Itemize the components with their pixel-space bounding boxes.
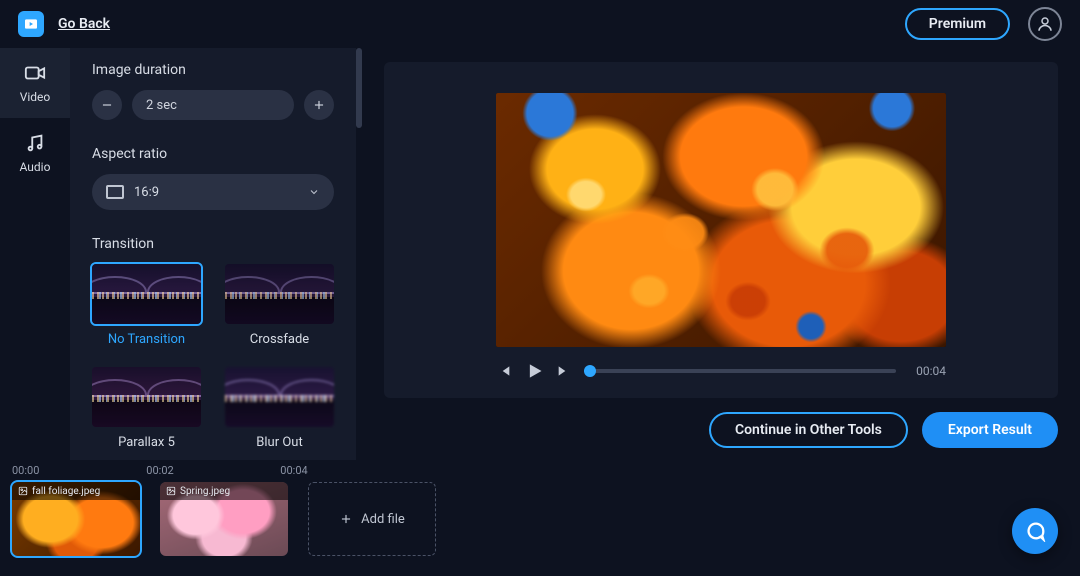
- transition-thumbnail: [225, 264, 334, 324]
- add-file-label: Add file: [361, 512, 405, 527]
- transition-crossfade[interactable]: Crossfade: [225, 264, 334, 347]
- export-button[interactable]: Export Result: [922, 412, 1058, 448]
- transition-parallax-5[interactable]: Parallax 5: [92, 367, 201, 450]
- app-logo: [18, 11, 44, 37]
- aspect-ratio-value: 16:9: [134, 185, 298, 200]
- preview-canvas-wrap: 00:04: [384, 62, 1058, 398]
- transition-thumbnail: [92, 264, 201, 324]
- transition-caption: Blur Out: [256, 435, 302, 450]
- clip-filename: Spring.jpeg: [180, 486, 230, 497]
- account-button[interactable]: [1028, 7, 1062, 41]
- timeline-ruler[interactable]: 00:00 00:02 00:04: [12, 460, 1068, 482]
- skip-prev-icon: [496, 363, 512, 379]
- image-icon: [166, 486, 176, 496]
- settings-panel: Image duration 2 sec Aspect ratio 16:9: [70, 48, 356, 460]
- user-icon: [1036, 15, 1054, 33]
- seek-thumb[interactable]: [584, 365, 596, 377]
- preview-area: 00:04 Continue in Other Tools Export Res…: [362, 48, 1080, 460]
- image-icon: [18, 486, 28, 496]
- plus-icon: [312, 98, 326, 112]
- clip-label: Spring.jpeg: [160, 482, 288, 500]
- seek-bar[interactable]: [584, 369, 896, 373]
- transition-caption: Crossfade: [250, 332, 309, 347]
- clip-filename: fall foliage.jpeg: [32, 486, 100, 497]
- timeline-clip[interactable]: Spring.jpeg: [160, 482, 288, 556]
- image-duration-label: Image duration: [92, 62, 334, 78]
- chevron-down-icon: [308, 186, 320, 198]
- duration-readout: 00:04: [908, 364, 946, 378]
- transition-thumbnail: [92, 367, 201, 427]
- rail-tab-video[interactable]: Video: [0, 48, 70, 118]
- panel-scrollbar-thumb[interactable]: [356, 48, 362, 128]
- ruler-tick: 00:00: [12, 464, 39, 477]
- help-fab[interactable]: [1012, 508, 1058, 554]
- duration-increase-button[interactable]: [304, 90, 334, 120]
- duration-decrease-button[interactable]: [92, 90, 122, 120]
- ruler-tick: 00:04: [280, 464, 307, 477]
- left-rail: Video Audio: [0, 48, 70, 460]
- prev-button[interactable]: [496, 363, 512, 379]
- play-icon: [524, 361, 544, 381]
- rail-tab-audio[interactable]: Audio: [0, 118, 70, 188]
- play-button[interactable]: [524, 361, 544, 381]
- preview-canvas: [496, 93, 946, 347]
- go-back-link[interactable]: Go Back: [58, 16, 110, 32]
- transition-thumbnail: [225, 367, 334, 427]
- rail-tab-audio-label: Audio: [20, 160, 51, 174]
- audio-icon: [22, 132, 48, 154]
- next-button[interactable]: [556, 363, 572, 379]
- plus-icon: [339, 512, 353, 526]
- panel-scrollbar-track[interactable]: [356, 48, 362, 460]
- header: Go Back Premium: [0, 0, 1080, 48]
- timeline-clip[interactable]: fall foliage.jpeg: [12, 482, 140, 556]
- add-file-button[interactable]: Add file: [308, 482, 436, 556]
- monitor-icon: [106, 185, 124, 199]
- transition-label: Transition: [92, 236, 334, 252]
- premium-button[interactable]: Premium: [905, 8, 1010, 40]
- rail-tab-video-label: Video: [20, 90, 51, 104]
- duration-input[interactable]: 2 sec: [132, 90, 294, 120]
- aspect-ratio-label: Aspect ratio: [92, 146, 334, 162]
- continue-button[interactable]: Continue in Other Tools: [709, 412, 908, 448]
- minus-icon: [100, 98, 114, 112]
- aspect-ratio-select[interactable]: 16:9: [92, 174, 334, 210]
- player-controls: 00:04: [496, 361, 946, 381]
- timeline: 00:00 00:02 00:04 fall foliage.jpeg Spri…: [0, 460, 1080, 576]
- transition-no-transition[interactable]: No Transition: [92, 264, 201, 347]
- clip-label: fall foliage.jpeg: [12, 482, 140, 500]
- transition-caption: Parallax 5: [118, 435, 175, 450]
- transition-blur-out[interactable]: Blur Out: [225, 367, 334, 450]
- transition-caption: No Transition: [108, 332, 185, 347]
- chat-icon: [1024, 520, 1046, 542]
- video-icon: [22, 62, 48, 84]
- ruler-tick: 00:02: [146, 464, 173, 477]
- skip-next-icon: [556, 363, 572, 379]
